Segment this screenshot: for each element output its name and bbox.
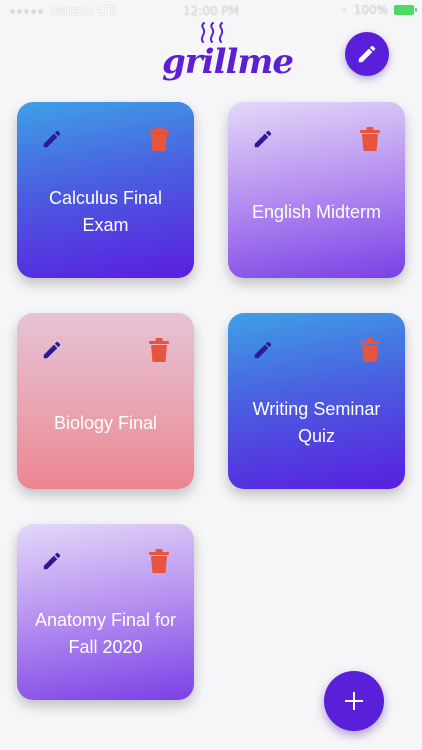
trash-icon[interactable] [149, 338, 169, 362]
plus-icon [345, 692, 363, 710]
battery-icon [394, 5, 417, 15]
status-bar: Verizon LTE 12:00 PM 100% [0, 0, 422, 22]
exam-card[interactable]: Calculus Final Exam [17, 102, 194, 278]
trash-icon[interactable] [360, 127, 380, 151]
pencil-icon[interactable] [252, 339, 274, 361]
exam-card[interactable]: Biology Final [17, 313, 194, 489]
exam-card[interactable]: Anatomy Final for Fall 2020 [17, 524, 194, 700]
status-right: 100% [339, 3, 417, 17]
pencil-icon [358, 45, 376, 63]
trash-icon[interactable] [360, 338, 380, 362]
card-title: Writing Seminar Quiz [252, 399, 381, 446]
card-title: Biology Final [53, 412, 158, 433]
card-title: English Midterm [251, 201, 382, 222]
card-title: Calculus Final Exam [48, 188, 163, 235]
card-title: Anatomy Final for Fall 2020 [34, 610, 177, 657]
add-exam-button[interactable] [324, 671, 384, 731]
pencil-icon[interactable] [41, 128, 63, 150]
app-screen: Verizon LTE 12:00 PM 100% grillme Calcul… [0, 0, 422, 750]
battery-label: 100% [353, 3, 388, 17]
trash-icon[interactable] [149, 127, 169, 151]
location-icon [339, 6, 347, 14]
steam-icon [200, 22, 224, 43]
app-logo: grillme [162, 22, 294, 86]
logo-text: grillme [162, 42, 294, 82]
pencil-icon[interactable] [252, 128, 274, 150]
exam-card[interactable]: English Midterm [228, 102, 405, 278]
pencil-icon[interactable] [41, 339, 63, 361]
trash-icon[interactable] [149, 549, 169, 573]
exam-card[interactable]: Writing Seminar Quiz [228, 313, 405, 489]
header-edit-button[interactable] [345, 32, 389, 76]
pencil-icon[interactable] [41, 550, 63, 572]
